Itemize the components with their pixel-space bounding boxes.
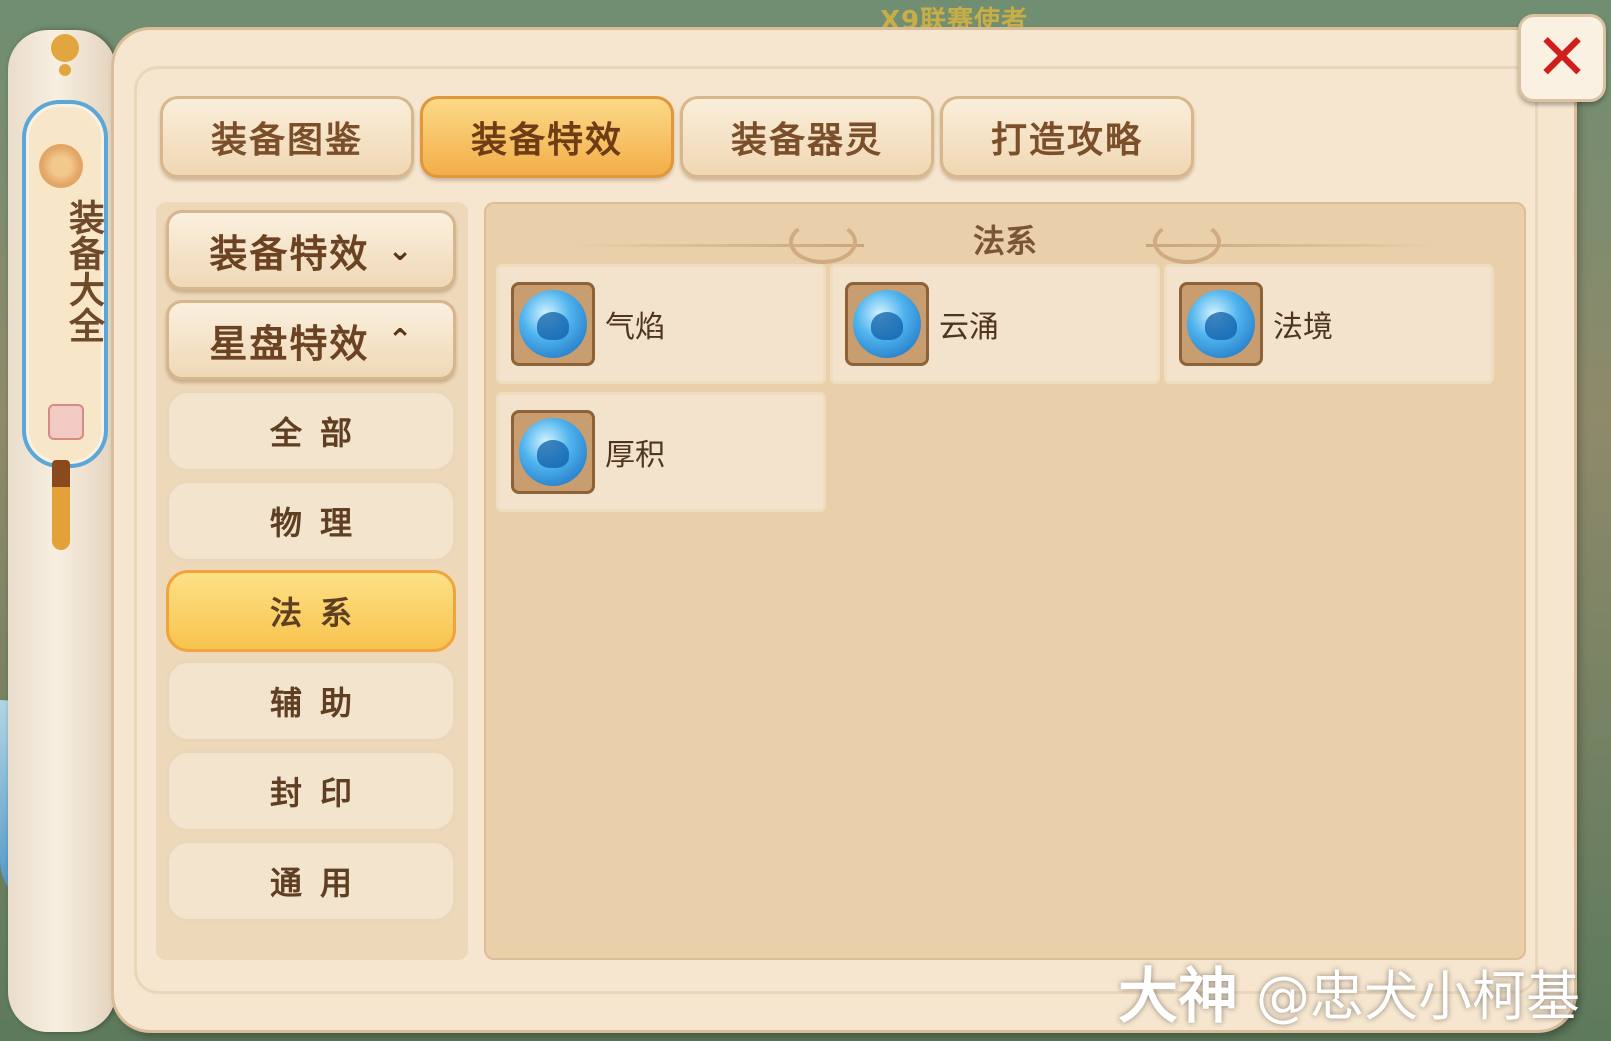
top-tabs: 装备图鉴 装备特效 装备器灵 打造攻略	[160, 96, 1194, 178]
background-banner-text: X9联赛使者	[880, 6, 1029, 36]
effect-name: 法境	[1273, 310, 1333, 345]
tab-forging-guide[interactable]: 打造攻略	[940, 96, 1194, 178]
watermark: 大神 @忠犬小柯基	[1118, 948, 1580, 1035]
filter-all[interactable]: 全部	[166, 390, 456, 472]
effect-card[interactable]: 法境	[1164, 264, 1494, 384]
filter-general[interactable]: 通用	[166, 840, 456, 922]
tab-equipment-spirit[interactable]: 装备器灵	[680, 96, 934, 178]
scroll-title-tab: 装备大全	[22, 34, 108, 468]
seal-icon	[48, 404, 84, 440]
category-equipment-effects[interactable]: 装备特效 ⌄	[166, 210, 456, 290]
close-icon: ✕	[1535, 21, 1589, 95]
tab-equipment-effects[interactable]: 装备特效	[420, 96, 674, 178]
knot-icon	[51, 34, 79, 62]
filter-seal[interactable]: 封印	[166, 750, 456, 832]
tassel-icon	[52, 460, 70, 550]
effect-name: 气焰	[605, 310, 665, 345]
filter-magic[interactable]: 法系	[166, 570, 456, 652]
chevron-up-icon: ⌃	[387, 322, 413, 358]
watermark-user: @忠犬小柯基	[1256, 965, 1580, 1028]
category-label: 星盘特效	[209, 321, 370, 366]
effect-name: 云涌	[939, 310, 999, 345]
effects-content: 法系 气焰 云涌 法境 厚积	[484, 202, 1526, 960]
filter-physical[interactable]: 物理	[166, 480, 456, 562]
watermark-logo: 大神	[1118, 962, 1238, 1032]
blue-spirit-icon	[845, 282, 929, 366]
blue-flame-spirit-icon	[511, 410, 595, 494]
blue-spirit-icon	[1179, 282, 1263, 366]
scroll-title: 装备大全	[63, 199, 104, 343]
tab-equipment-catalog[interactable]: 装备图鉴	[160, 96, 414, 178]
filter-support[interactable]: 辅助	[166, 660, 456, 742]
effect-card[interactable]: 厚积	[496, 392, 826, 512]
section-title: 法系	[972, 222, 1037, 260]
effect-card[interactable]: 气焰	[496, 264, 826, 384]
close-button[interactable]: ✕	[1518, 14, 1606, 102]
effect-card[interactable]: 云涌	[830, 264, 1160, 384]
cloud-emblem-icon	[39, 144, 83, 188]
chevron-down-icon: ⌄	[387, 232, 413, 268]
effect-name: 厚积	[605, 438, 665, 473]
category-label: 装备特效	[209, 231, 370, 276]
category-starchart-effects[interactable]: 星盘特效 ⌃	[166, 300, 456, 380]
blue-spirit-icon	[511, 282, 595, 366]
side-menu: 装备特效 ⌄ 星盘特效 ⌃ 全部 物理 法系 辅助 封印 通用	[156, 202, 468, 960]
